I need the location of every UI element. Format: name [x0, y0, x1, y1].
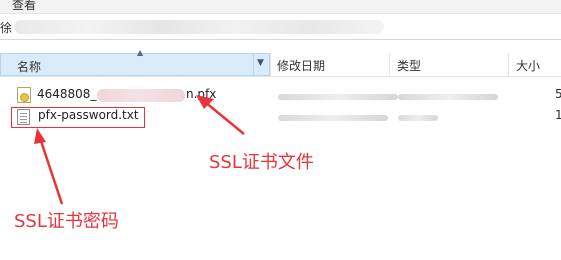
arrow-line-cert: [204, 101, 245, 135]
annotation-cert-password: SSL证书密码: [14, 211, 119, 232]
arrow-head-password: [34, 128, 46, 144]
annotation-cert-file: SSL证书文件: [209, 152, 314, 173]
arrow-line-password: [38, 137, 64, 205]
file-explorer-window: 查看 徐 ▲ 名称 ▼ 修改日期 类型 大小 4648808_ n.pfx 5 …: [0, 0, 561, 260]
